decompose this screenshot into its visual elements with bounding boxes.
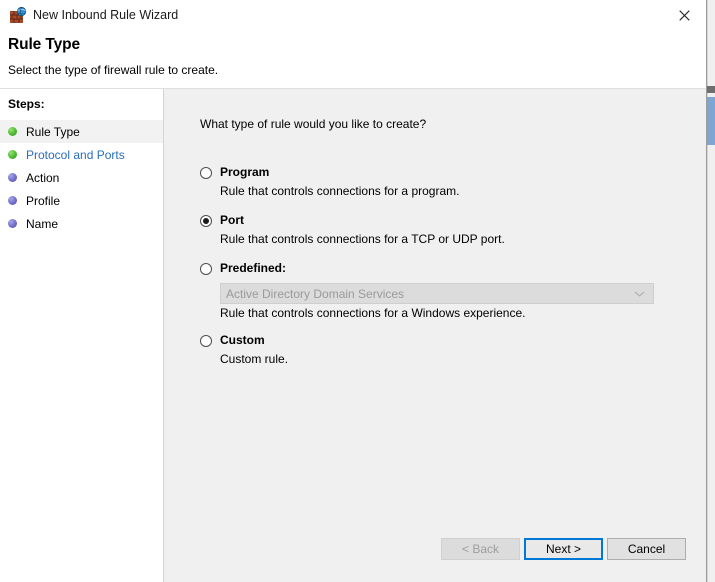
step-bullet-icon (8, 127, 17, 136)
step-bullet-icon (8, 196, 17, 205)
steps-heading: Steps: (8, 97, 45, 111)
option-port-description: Rule that controls connections for a TCP… (220, 232, 505, 246)
sidebar-item-action[interactable]: Action (0, 166, 163, 189)
step-bullet-icon (8, 219, 17, 228)
wizard-header: Rule Type Select the type of firewall ru… (0, 31, 706, 89)
sidebar-item-label: Action (26, 170, 60, 185)
option-predefined: Predefined: Active Directory Domain Serv… (200, 261, 670, 321)
sidebar-item-profile[interactable]: Profile (0, 189, 163, 212)
predefined-dropdown[interactable]: Active Directory Domain Services (220, 283, 654, 304)
predefined-dropdown-value: Active Directory Domain Services (226, 286, 405, 301)
radio-custom-indicator (200, 335, 212, 347)
radio-port-indicator (200, 215, 212, 227)
background-scrollbar-thumb[interactable] (707, 97, 715, 145)
main-panel: What type of rule would you like to crea… (164, 89, 706, 582)
title-bar: New Inbound Rule Wizard (0, 0, 706, 31)
sidebar-item-name[interactable]: Name (0, 212, 163, 235)
sidebar-item-label: Protocol and Ports (26, 147, 125, 162)
page-title: Rule Type (8, 36, 81, 53)
back-button[interactable]: < Back (441, 538, 520, 560)
option-port: Port Rule that controls connections for … (200, 213, 670, 247)
sidebar-item-label: Profile (26, 193, 61, 208)
step-bullet-icon (8, 150, 17, 159)
window-title: New Inbound Rule Wizard (33, 8, 179, 22)
radio-custom[interactable]: Custom (200, 333, 670, 350)
option-predefined-description: Rule that controls connections for a Win… (220, 306, 526, 320)
option-custom-description: Custom rule. (220, 352, 289, 366)
background-scrollbar-cap (707, 86, 715, 93)
sidebar-item-protocol-and-ports[interactable]: Protocol and Ports (0, 143, 163, 166)
steps-sidebar: Steps: Rule Type Protocol and Ports Acti… (0, 89, 164, 582)
close-icon[interactable] (661, 0, 706, 31)
chevron-down-icon (634, 290, 645, 297)
wizard-window: New Inbound Rule Wizard Rule Type Select… (0, 0, 707, 582)
radio-program[interactable]: Program (200, 165, 670, 182)
option-custom: Custom Custom rule. (200, 333, 670, 367)
steps-list: Rule Type Protocol and Ports Action Prof… (0, 120, 163, 235)
step-bullet-icon (8, 173, 17, 182)
next-button[interactable]: Next > (524, 538, 603, 560)
background-scrollbar-track[interactable] (707, 0, 715, 582)
sidebar-item-rule-type[interactable]: Rule Type (0, 120, 163, 143)
radio-port[interactable]: Port (200, 213, 670, 230)
rule-type-question: What type of rule would you like to crea… (200, 117, 427, 131)
sidebar-item-label: Rule Type (26, 124, 80, 139)
rule-type-options: Program Rule that controls connections f… (200, 165, 670, 370)
wizard-body: Steps: Rule Type Protocol and Ports Acti… (0, 89, 706, 582)
option-predefined-label: Predefined: (220, 261, 287, 275)
option-port-label: Port (220, 213, 244, 227)
radio-predefined-indicator (200, 263, 212, 275)
radio-program-indicator (200, 167, 212, 179)
sidebar-item-label: Name (26, 216, 59, 231)
option-program-description: Rule that controls connections for a pro… (220, 184, 460, 198)
cancel-button[interactable]: Cancel (607, 538, 686, 560)
wizard-buttons: < Back Next > Cancel (164, 538, 706, 568)
radio-predefined[interactable]: Predefined: (200, 261, 670, 278)
option-custom-label: Custom (220, 333, 265, 347)
option-program: Program Rule that controls connections f… (200, 165, 670, 199)
firewall-icon (10, 6, 27, 24)
option-program-label: Program (220, 165, 270, 179)
page-subtitle: Select the type of firewall rule to crea… (8, 63, 219, 77)
